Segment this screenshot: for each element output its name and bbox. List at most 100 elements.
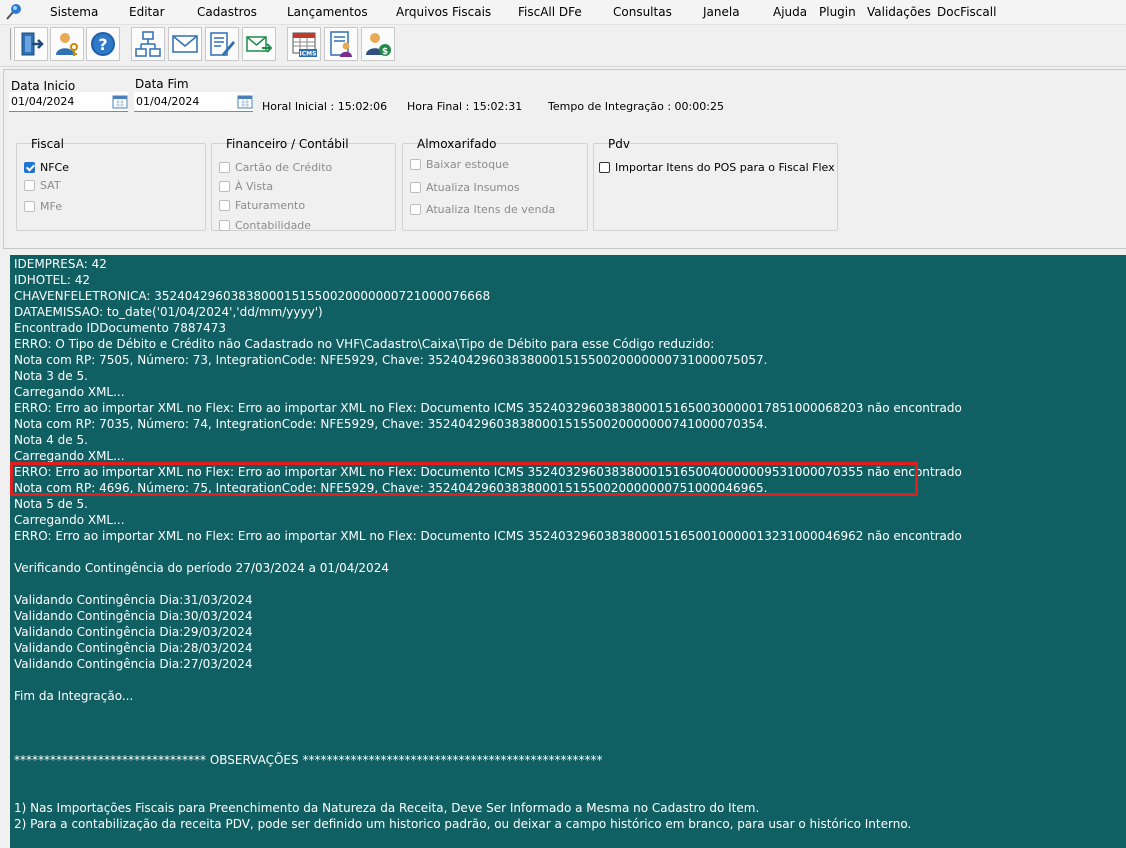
mail-button[interactable] xyxy=(168,27,202,61)
log-line: ******************************** OBSERVA… xyxy=(14,753,603,767)
help-button[interactable]: ? xyxy=(86,27,120,61)
user-money-button[interactable]: $ xyxy=(361,27,395,61)
integration-log[interactable]: IDEMPRESA: 42 IDHOTEL: 42 CHAVENFELETRONIC… xyxy=(10,255,1126,848)
menu-plugin[interactable]: Plugin xyxy=(819,5,856,19)
atualiza-insumos-checkbox[interactable] xyxy=(410,182,421,193)
user-key-icon xyxy=(56,33,78,56)
data-fim-label: Data Fim xyxy=(135,77,189,91)
contabilidade-label: Contabilidade xyxy=(235,219,312,232)
menu-janela[interactable]: Janela xyxy=(703,5,740,19)
menu-lancamentos[interactable]: Lançamentos xyxy=(287,5,368,19)
nfce-checkbox[interactable] xyxy=(24,162,35,173)
error-highlight-box xyxy=(10,462,918,496)
pin-icon[interactable] xyxy=(3,2,23,22)
menu-bar: Sistema Editar Cadastros Lançamentos Arq… xyxy=(0,0,1126,25)
log-line: Nota 5 de 5. xyxy=(14,497,88,511)
faturamento-label: Faturamento xyxy=(235,199,306,212)
log-line: Fim da Integração... xyxy=(14,689,134,703)
data-inicio-label: Data Inicio xyxy=(11,79,76,93)
exit-door-icon xyxy=(21,32,44,56)
log-line: ERRO: Erro ao importar XML no Flex: Erro… xyxy=(14,401,962,415)
menu-sistema[interactable]: Sistema xyxy=(50,5,98,19)
log-line: Encontrado IDDocumento 7887473 xyxy=(14,321,227,335)
log-line: ERRO: O Tipo de Débito e Crédito não Cad… xyxy=(14,337,715,351)
calendar-icon[interactable] xyxy=(237,94,253,109)
log-line: DATAEMISSAO: to_date('01/04/2024','dd/mm… xyxy=(14,305,323,319)
fiscal-group: Fiscal NFCe SAT MFe xyxy=(16,137,206,231)
faturamento-checkbox[interactable] xyxy=(219,200,230,211)
log-line: Nota 4 de 5. xyxy=(14,433,88,447)
data-inicio-field[interactable] xyxy=(9,92,128,112)
a-vista-label: À Vista xyxy=(235,180,274,193)
menu-ajuda[interactable]: Ajuda xyxy=(773,5,807,19)
menu-consultas[interactable]: Consultas xyxy=(613,5,672,19)
log-line: IDEMPRESA: 42 xyxy=(14,257,107,271)
calendar-icon[interactable] xyxy=(112,94,128,109)
log-line: 1) Nas Importações Fiscais para Preenchi… xyxy=(14,801,760,815)
log-line: Validando Contingência Dia:29/03/2024 xyxy=(14,625,253,639)
log-line: Validando Contingência Dia:27/03/2024 xyxy=(14,657,253,671)
baixar-estoque-checkbox[interactable] xyxy=(410,159,421,170)
importar-itens-pos-checkbox[interactable] xyxy=(599,162,610,173)
user-access-button[interactable] xyxy=(50,27,84,61)
document-user-button[interactable] xyxy=(324,27,358,61)
mail-icon xyxy=(172,35,198,53)
data-fim-field[interactable] xyxy=(134,92,253,112)
menu-cadastros[interactable]: Cadastros xyxy=(197,5,257,19)
hora-inicial-text: Horal Inicial : 15:02:06 xyxy=(262,100,388,113)
atualiza-itens-venda-checkbox[interactable] xyxy=(410,204,421,215)
mfe-label: MFe xyxy=(40,200,62,213)
group-title: Pdv xyxy=(608,137,630,151)
financeiro-group: Financeiro / Contábil Cartão de Crédito … xyxy=(211,137,396,232)
log-line: CHAVENFELETRONICA: 352404296038380001515… xyxy=(14,289,491,303)
atualiza-itens-venda-label: Atualiza Itens de venda xyxy=(426,203,556,216)
hora-final-text: Hora Final : 15:02:31 xyxy=(407,100,523,113)
network-icon xyxy=(135,31,161,57)
network-button[interactable] xyxy=(131,27,165,61)
document-user-icon xyxy=(330,31,352,57)
sat-label: SAT xyxy=(40,179,61,192)
pdv-group: Pdv Importar Itens do POS para o Fiscal … xyxy=(593,137,838,231)
edit-form-button[interactable] xyxy=(205,27,239,61)
icms-button[interactable]: ICMS xyxy=(287,27,321,61)
svg-text:?: ? xyxy=(98,35,107,54)
importar-itens-pos-label: Importar Itens do POS para o Fiscal Flex xyxy=(615,161,835,174)
log-line: Validando Contingência Dia:28/03/2024 xyxy=(14,641,253,655)
log-line: IDHOTEL: 42 xyxy=(14,273,90,287)
send-mail-icon xyxy=(246,36,273,53)
nfce-label: NFCe xyxy=(40,161,70,174)
send-mail-button[interactable] xyxy=(242,27,276,61)
baixar-estoque-label: Baixar estoque xyxy=(426,158,509,171)
edit-form-icon xyxy=(210,32,235,56)
help-icon: ? xyxy=(91,32,115,56)
group-title: Fiscal xyxy=(31,137,64,151)
menu-arquivos-fiscais[interactable]: Arquivos Fiscais xyxy=(396,5,491,19)
svg-text:ICMS: ICMS xyxy=(300,51,317,58)
log-line: 2) Para a contabilização da receita PDV,… xyxy=(14,817,912,831)
menu-validacoes[interactable]: Validações xyxy=(867,5,931,19)
log-line: Carregando XML... xyxy=(14,385,125,399)
log-line: Nota 3 de 5. xyxy=(14,369,88,383)
menu-fiscall-dfe[interactable]: FiscAll DFe xyxy=(518,5,582,19)
contabilidade-checkbox[interactable] xyxy=(219,220,230,231)
log-line: Nota com RP: 7505, Número: 73, Integrati… xyxy=(14,353,768,367)
a-vista-checkbox[interactable] xyxy=(219,181,230,192)
almoxarifado-group: Almoxarifado Baixar estoque Atualiza Ins… xyxy=(402,137,588,231)
menu-editar[interactable]: Editar xyxy=(129,5,165,19)
group-title: Financeiro / Contábil xyxy=(226,137,349,151)
log-line: Carregando XML... xyxy=(14,513,125,527)
log-line: Verificando Contingência do período 27/0… xyxy=(14,561,389,575)
menu-docfiscall[interactable]: DocFiscall xyxy=(937,5,996,19)
toolbar: ? ICMS $ xyxy=(0,25,1126,67)
log-line: Nota com RP: 7035, Número: 74, Integrati… xyxy=(14,417,768,431)
user-money-icon: $ xyxy=(366,33,391,57)
exit-button[interactable] xyxy=(14,27,48,61)
sat-checkbox[interactable] xyxy=(24,180,35,191)
cartao-credito-checkbox[interactable] xyxy=(219,162,230,173)
filter-panel: Data Inicio Data Fim Horal Inicial : 15:… xyxy=(3,69,1126,249)
log-line: Validando Contingência Dia:30/03/2024 xyxy=(14,609,253,623)
icms-table-icon: ICMS xyxy=(292,32,317,58)
atualiza-insumos-label: Atualiza Insumos xyxy=(426,181,520,194)
mfe-checkbox[interactable] xyxy=(24,201,35,212)
cartao-credito-label: Cartão de Crédito xyxy=(235,161,333,174)
